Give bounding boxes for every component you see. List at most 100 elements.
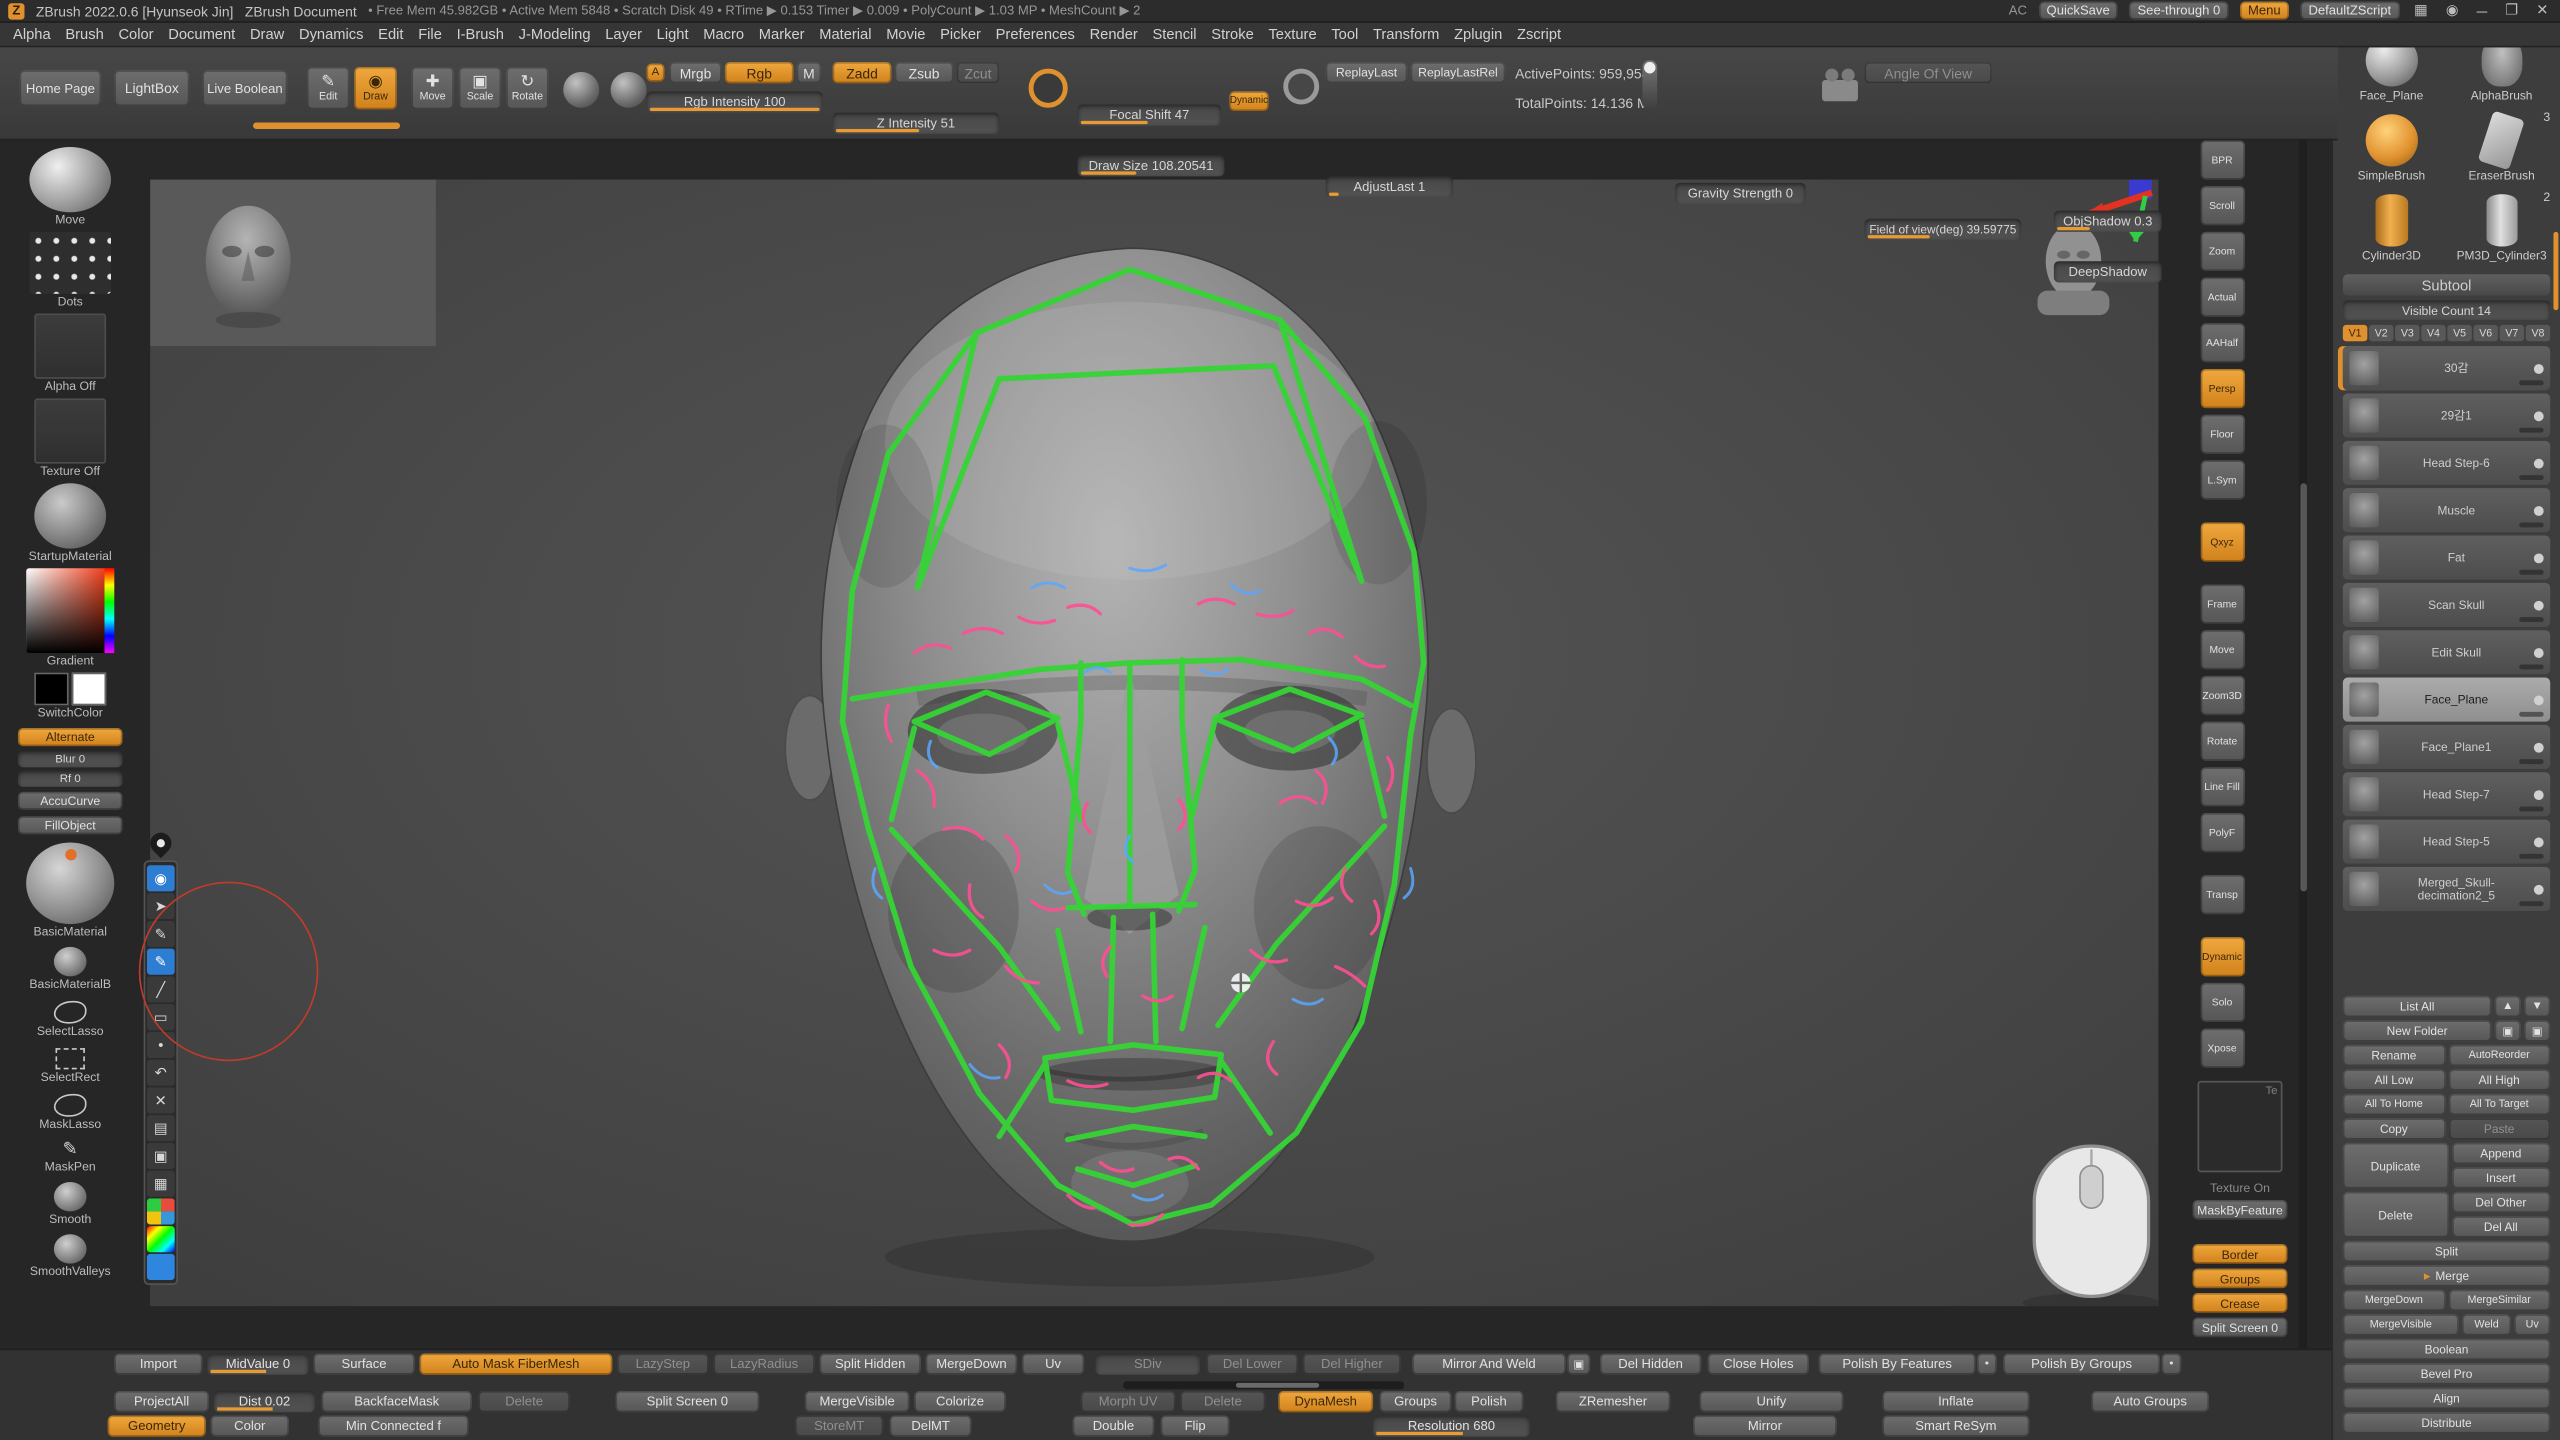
annotation-tool-icon[interactable]: ▣ xyxy=(147,1143,175,1169)
bottom-button[interactable]: Delete xyxy=(1180,1391,1265,1412)
all-to-target-button[interactable]: All To Target xyxy=(2448,1094,2550,1115)
bottom-button[interactable]: MergeDown xyxy=(926,1353,1017,1374)
bottom-button[interactable]: Color xyxy=(211,1416,289,1437)
live-boolean-button[interactable]: Live Boolean xyxy=(202,70,287,106)
subtool-visibility-tab[interactable]: V3 xyxy=(2395,325,2419,341)
subtool-row[interactable]: 30감 xyxy=(2343,346,2550,390)
pin-icon[interactable] xyxy=(146,828,176,858)
subtool-visibility-tab[interactable]: V2 xyxy=(2369,325,2393,341)
blur-slider[interactable]: Blur 0 xyxy=(18,751,122,767)
deep-shadow-slider[interactable]: DeepShadow xyxy=(2054,261,2162,282)
list-all-button[interactable]: List All xyxy=(2343,996,2492,1017)
right-shelf-button[interactable]: BPR xyxy=(2200,140,2244,179)
subtool-row[interactable]: 29감1 xyxy=(2343,393,2550,437)
document-thumbnail[interactable] xyxy=(150,180,436,347)
default-zscript-button[interactable]: DefaultZScript xyxy=(2300,2,2399,20)
menu-item[interactable]: Zscript xyxy=(1517,26,1561,42)
bottom-button[interactable]: Double xyxy=(1073,1416,1155,1437)
visibility-eye-icon[interactable] xyxy=(2534,884,2544,894)
bottom-button[interactable]: Close Holes xyxy=(1708,1353,1809,1374)
alpha-slot[interactable] xyxy=(34,313,106,378)
bottom-button[interactable]: Morph UV xyxy=(1081,1391,1176,1412)
draw-size-slider[interactable]: Draw Size 108.20541 xyxy=(1078,155,1225,176)
bottom-button[interactable]: Flip xyxy=(1161,1416,1230,1437)
bottom-button[interactable]: ▣ xyxy=(1567,1353,1590,1374)
subtool-visibility-tab[interactable]: V7 xyxy=(2500,325,2524,341)
right-shelf-button[interactable]: Xpose xyxy=(2200,1029,2244,1068)
mergedown-button[interactable]: MergeDown xyxy=(2343,1290,2445,1311)
move-down-icon[interactable]: ▼ xyxy=(2524,996,2550,1017)
material-thumbnail[interactable] xyxy=(34,483,106,548)
bottom-button[interactable]: Colorize xyxy=(914,1391,1005,1412)
subtool-row[interactable]: Muscle xyxy=(2343,488,2550,532)
menu-item[interactable]: Light xyxy=(657,26,689,42)
texture-slot[interactable] xyxy=(34,398,106,463)
bottom-button[interactable]: Split Screen 0 xyxy=(616,1391,760,1412)
split-screen-button[interactable]: Split Screen 0 xyxy=(2193,1318,2288,1338)
bottom-button[interactable]: Inflate xyxy=(1882,1391,2029,1412)
m-button[interactable]: M xyxy=(797,62,821,83)
mask-by-feature-button[interactable]: MaskByFeature xyxy=(2193,1200,2288,1220)
bottom-scrollbar[interactable] xyxy=(1123,1381,1404,1389)
close-button[interactable]: ✕ xyxy=(2533,2,2552,20)
subtool-visibility-tab[interactable]: V5 xyxy=(2447,325,2471,341)
smooth-valleys-thumbnail[interactable] xyxy=(54,1234,87,1263)
menu-item[interactable]: Stroke xyxy=(1211,26,1253,42)
annotation-tool-icon[interactable]: ▤ xyxy=(147,1115,175,1141)
bottom-button[interactable]: Polish By Groups xyxy=(2003,1353,2160,1374)
bottom-button[interactable]: Del Hidden xyxy=(1600,1353,1701,1374)
bottom-button[interactable]: Mirror xyxy=(1693,1416,1837,1437)
visibility-eye-icon[interactable] xyxy=(2534,647,2544,657)
focal-shift-slider[interactable]: Focal Shift 47 xyxy=(1078,104,1222,125)
bottom-button[interactable]: Unify xyxy=(1700,1391,1844,1412)
right-shelf-button[interactable]: Scroll xyxy=(2200,186,2244,225)
menu-item[interactable]: Alpha xyxy=(13,26,51,42)
tool-tray-item[interactable]: 3 EraserBrush xyxy=(2453,111,2550,186)
visibility-eye-icon[interactable] xyxy=(2534,363,2544,373)
menu-item[interactable]: Draw xyxy=(250,26,284,42)
replay-icon[interactable] xyxy=(1283,69,1319,105)
document-canvas[interactable] xyxy=(150,180,2158,1307)
see-through-slider[interactable]: See-through 0 xyxy=(2129,2,2228,20)
gravity-direction-widget[interactable] xyxy=(1642,60,1657,109)
right-shelf-button[interactable]: PolyF xyxy=(2200,813,2244,852)
annotation-tool-icon[interactable] xyxy=(147,1254,175,1280)
right-shelf-button[interactable]: Persp xyxy=(2200,369,2244,408)
border-button[interactable]: Border xyxy=(2193,1244,2288,1264)
bottom-button[interactable]: Split Hidden xyxy=(820,1353,921,1374)
weld-button[interactable]: Weld xyxy=(2462,1314,2511,1335)
sculptris-pro-icon[interactable] xyxy=(1029,69,1068,108)
menu-item[interactable]: Layer xyxy=(605,26,642,42)
right-shelf-button[interactable]: Transp xyxy=(2200,875,2244,914)
mask-lasso-icon[interactable] xyxy=(54,1094,87,1117)
mergevisible-button[interactable]: MergeVisible xyxy=(2343,1314,2459,1335)
right-shelf-button[interactable]: Zoom xyxy=(2200,232,2244,271)
mask-pen-icon[interactable]: ✎ xyxy=(63,1140,78,1160)
bottom-button[interactable]: Polish By Features xyxy=(1819,1353,1976,1374)
bottom-button[interactable]: Import xyxy=(114,1353,202,1374)
home-page-button[interactable]: Home Page xyxy=(20,70,102,106)
bottom-button[interactable]: Del Higher xyxy=(1303,1353,1401,1374)
boolean-button[interactable]: Boolean xyxy=(2343,1339,2550,1360)
right-shelf-button[interactable]: AAHalf xyxy=(2200,323,2244,362)
maximize-button[interactable]: ❐ xyxy=(2502,2,2522,20)
zadd-button[interactable]: Zadd xyxy=(833,62,892,83)
camera-icon[interactable] xyxy=(1822,80,1858,101)
accucurve-button[interactable]: AccuCurve xyxy=(18,792,122,810)
new-folder-button[interactable]: New Folder xyxy=(2343,1020,2492,1041)
crease-button[interactable]: Crease xyxy=(2193,1293,2288,1313)
alternate-button[interactable]: Alternate xyxy=(18,728,122,746)
draw-button[interactable]: ◉Draw xyxy=(354,67,396,109)
bottom-button[interactable]: Dist 0.02 xyxy=(214,1391,315,1412)
bottom-button[interactable]: Resolution 680 xyxy=(1373,1416,1530,1437)
subtool-scrollbar[interactable] xyxy=(2553,232,2558,310)
folder-down-icon[interactable]: ▣ xyxy=(2524,1020,2550,1041)
panel-divider-scrollbar[interactable] xyxy=(2299,140,2307,1348)
visibility-eye-icon[interactable] xyxy=(2534,505,2544,515)
menu-item[interactable]: I-Brush xyxy=(457,26,504,42)
right-shelf-button[interactable]: Move xyxy=(2200,630,2244,669)
menu-item[interactable]: Picker xyxy=(940,26,981,42)
all-low-button[interactable]: All Low xyxy=(2343,1069,2445,1090)
mergesimilar-button[interactable]: MergeSimilar xyxy=(2448,1290,2550,1311)
zcut-button[interactable]: Zcut xyxy=(957,62,999,83)
